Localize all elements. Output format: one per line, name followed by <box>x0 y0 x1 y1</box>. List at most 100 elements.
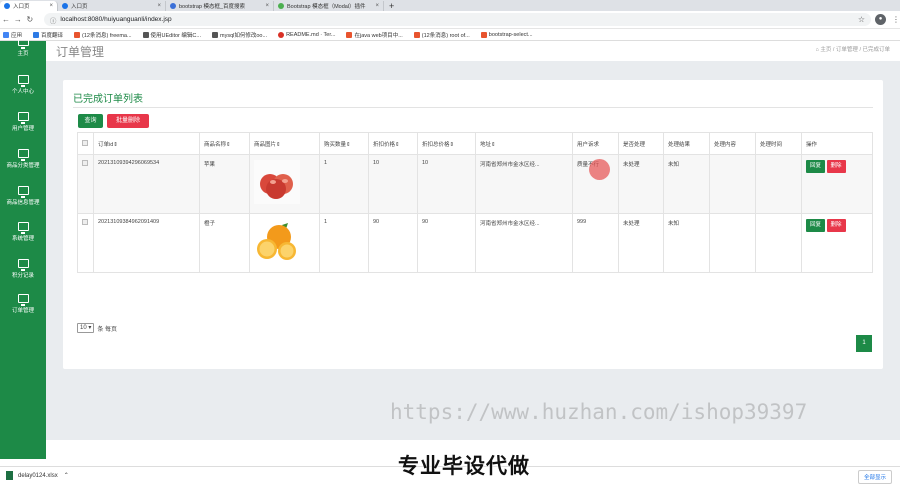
column-header: 操作 <box>801 132 873 155</box>
address-bar: ← → ↻ ⓘ localhost:8080/huiyuanguanli/ind… <box>0 11 900 29</box>
page-size-control: 10 ▾ 条 每页 <box>77 323 117 333</box>
column-header: 处理结果 <box>663 132 710 155</box>
page-size-select[interactable]: 10 ▾ <box>77 323 95 333</box>
back-arrow-icon[interactable]: ← <box>0 15 12 24</box>
bookmark-favicon-icon <box>74 31 81 38</box>
profile-avatar-icon[interactable]: ● <box>875 14 886 25</box>
sort-icon: ⇕ <box>491 141 496 148</box>
bookmark-star-icon[interactable]: ☆ <box>858 15 865 24</box>
close-tab-icon[interactable]: × <box>371 3 379 9</box>
query-button[interactable]: 查询 <box>78 114 103 128</box>
url-field[interactable]: ⓘ localhost:8080/huiyuanguanli/index.jsp… <box>43 13 872 26</box>
close-tab-icon[interactable]: × <box>153 3 161 9</box>
sidebar-item-points[interactable]: 积分记录 <box>0 259 46 279</box>
handled-cell: 未处理 <box>618 154 664 214</box>
column-header[interactable]: 地址⇕ <box>475 132 573 155</box>
request-cell: 999 <box>572 213 619 273</box>
download-item[interactable]: delay0124.xlsx ⌃ <box>6 471 69 480</box>
sort-icon: ⇕ <box>346 141 351 148</box>
result-cell: 未知 <box>663 154 710 214</box>
excel-file-icon <box>6 471 13 480</box>
main-content: 订单管理 ⌂ 主页 / 订单管理 / 已完成订单 已完成订单列表 查询 批量删除… <box>46 41 900 459</box>
delete-button[interactable]: 删除 <box>826 160 846 173</box>
column-header[interactable]: 订单id⇕ <box>93 132 200 155</box>
tab-favicon-icon <box>278 3 284 9</box>
sort-icon: ⇕ <box>395 141 400 148</box>
bookmark-item[interactable]: README.md · Ter... <box>278 31 335 38</box>
chevron-up-icon[interactable]: ⌃ <box>64 472 69 479</box>
browser-tab[interactable]: 入口页 × <box>58 1 166 11</box>
show-all-downloads-button[interactable]: 全部显示 <box>857 470 892 484</box>
content-cell <box>709 154 756 214</box>
bookmark-item[interactable]: 在java web项目中... <box>346 31 403 39</box>
table-header-row: 订单id⇕ 商品名称⇕ 商品图片⇕ 购买数量⇕ 折扣价格⇕ 折扣总价格⇕ 地址⇕… <box>77 132 873 155</box>
sort-icon: ⇕ <box>276 141 281 148</box>
monitor-icon <box>17 37 29 49</box>
bookmark-item[interactable]: (12条消息) freema... <box>74 31 132 39</box>
reload-icon[interactable]: ↻ <box>24 15 36 24</box>
time-cell <box>755 154 802 214</box>
select-all-checkbox[interactable] <box>82 139 88 146</box>
column-header[interactable]: 商品图片⇕ <box>249 132 320 155</box>
sidebar-item-orders[interactable]: 订单管理 <box>0 294 46 314</box>
column-header: 是否处理 <box>618 132 664 155</box>
page-header: 订单管理 ⌂ 主页 / 订单管理 / 已完成订单 <box>46 41 900 61</box>
page-number-button[interactable]: 1 <box>856 335 872 352</box>
browser-tab[interactable]: bootstrap 模态框_百度搜索 × <box>166 1 274 11</box>
bookmark-item[interactable]: bootstrap-select... <box>480 31 533 38</box>
row-select-cell <box>77 154 94 214</box>
content-cell <box>709 213 756 273</box>
tab-favicon-icon <box>4 3 10 9</box>
sort-icon: ⇕ <box>113 141 118 148</box>
column-header[interactable]: 购买数量⇕ <box>319 132 369 155</box>
reply-button[interactable]: 回复 <box>806 219 826 232</box>
product-name-cell: 橙子 <box>199 213 250 273</box>
sort-icon: ⇕ <box>226 141 231 148</box>
batch-delete-button[interactable]: 批量删除 <box>107 114 149 128</box>
close-tab-icon[interactable]: × <box>45 3 53 9</box>
browser-tab[interactable]: Bootstrap 模态框（Modal）插件 × <box>274 1 384 11</box>
reply-button[interactable]: 回复 <box>806 160 826 173</box>
product-name-cell: 苹果 <box>199 154 250 214</box>
bookmark-item[interactable]: 百度翻译 <box>33 31 63 39</box>
sidebar-item-category[interactable]: 商品分类管理 <box>0 149 46 169</box>
row-checkbox[interactable] <box>82 219 88 225</box>
bookmark-favicon-icon <box>346 31 353 38</box>
table-row: 20213109394296069534 苹果 1 10 10 河南省郑州市金水… <box>77 154 873 214</box>
close-tab-icon[interactable]: × <box>261 3 269 9</box>
monitor-icon <box>17 222 29 234</box>
sidebar-item-goods[interactable]: 商品信息管理 <box>0 186 46 206</box>
column-header[interactable]: 折扣价格⇕ <box>368 132 418 155</box>
row-checkbox[interactable] <box>82 160 88 166</box>
browser-tab[interactable]: 入口页 × <box>0 1 58 11</box>
tab-favicon-icon <box>170 3 176 9</box>
bookmark-item[interactable]: mysql如何修改oo... <box>211 31 267 39</box>
page-title: 订单管理 <box>56 45 105 59</box>
delete-button[interactable]: 删除 <box>826 219 846 232</box>
menu-dots-icon[interactable]: ⋮ <box>892 15 900 24</box>
quantity-cell: 1 <box>319 213 369 273</box>
bookmark-favicon-icon <box>278 31 285 38</box>
total-cell: 10 <box>417 154 476 214</box>
column-header[interactable]: 折扣总价格⇕ <box>417 132 476 155</box>
page-size-label: 条 每页 <box>97 326 118 333</box>
forward-arrow-icon[interactable]: → <box>12 15 24 24</box>
sidebar-item-system[interactable]: 系统管理 <box>0 222 46 242</box>
sidebar-item-profile[interactable]: 个人中心 <box>0 75 46 95</box>
new-tab-button[interactable]: + <box>384 1 399 11</box>
handled-cell: 未处理 <box>618 213 664 273</box>
bookmark-favicon-icon <box>413 31 420 38</box>
actions-cell: 回复 删除 <box>801 213 873 273</box>
info-icon[interactable]: ⓘ <box>50 15 57 25</box>
bookmark-item[interactable]: 使用UEditor 编辑C... <box>142 31 201 39</box>
sidebar: 主页 个人中心 用户管理 商品分类管理 商品信息管理 系统管理 积分记录 订单管… <box>0 37 46 459</box>
total-cell: 90 <box>417 213 476 273</box>
sidebar-item-home[interactable]: 主页 <box>0 37 46 57</box>
sidebar-item-users[interactable]: 用户管理 <box>0 112 46 132</box>
order-id-cell: 20213109384962091409 <box>93 213 200 273</box>
quantity-cell: 1 <box>319 154 369 214</box>
column-header[interactable]: 商品名称⇕ <box>199 132 250 155</box>
result-cell: 未知 <box>663 213 710 273</box>
bookmark-item[interactable]: (12条消息) root of... <box>413 31 470 39</box>
row-select-cell <box>77 213 94 273</box>
